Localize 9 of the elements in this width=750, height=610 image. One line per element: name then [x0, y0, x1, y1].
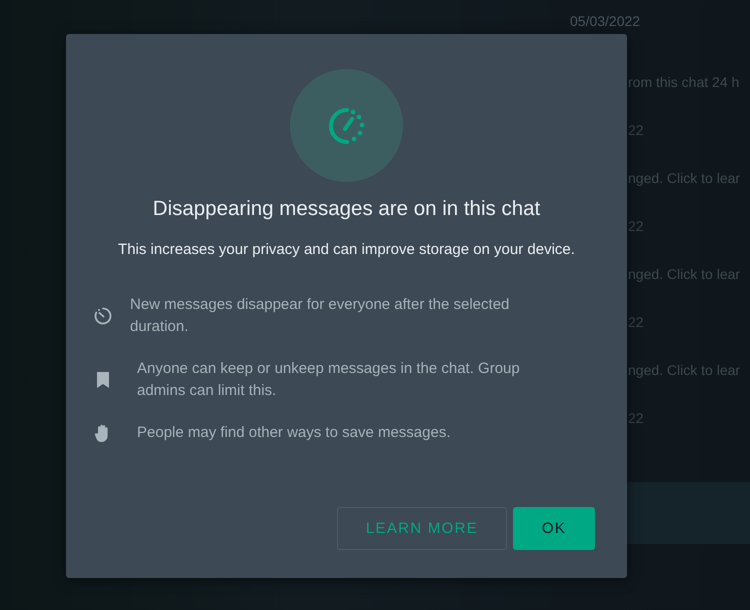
timer-icon — [93, 306, 113, 326]
info-text: People may find other ways to save messages. — [137, 423, 450, 443]
dialog-title: Disappearing messages are on in this chat — [152, 197, 540, 221]
info-text: Anyone can keep or unkeep messages in the chat. Group admins can limit this. — [137, 359, 521, 401]
ok-button[interactable]: OK — [513, 507, 595, 550]
dialog-subtitle: This increases your privacy and can improve storage on your device. — [118, 241, 575, 258]
info-text: New messages disappear for everyone after the selected duration. — [130, 295, 510, 337]
learn-more-button[interactable]: LEARN MORE — [337, 507, 507, 550]
date-label: 05/03/2022 — [570, 13, 642, 31]
